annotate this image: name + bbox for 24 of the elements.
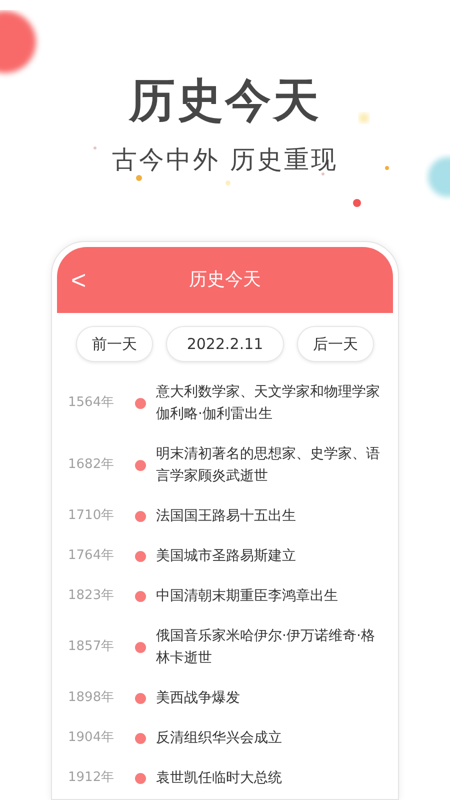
event-text: 中国清朝末期重臣李鸿章出生 [156, 587, 339, 606]
event-text: 俄国音乐家米哈伊尔·伊万诺维奇·格林卡逝世 [156, 627, 376, 668]
event-text: 意大利数学家、天文学家和物理学家伽利略·伽利雷出生 [156, 383, 381, 424]
date-button[interactable]: 2022.2.11 [166, 326, 284, 362]
event-text: 美西战争爆发 [156, 689, 241, 708]
event-year: 1857年 [68, 638, 116, 656]
event-text: 法国国王路易十五出生 [156, 507, 297, 526]
event-year: 1682年 [68, 456, 116, 474]
next-day-button[interactable]: 后一天 [297, 326, 374, 362]
event-year: 1912年 [68, 769, 116, 788]
previous-day-button[interactable]: 前一天 [76, 326, 153, 362]
event-text: 美国城市圣路易斯建立 [156, 547, 297, 566]
event-year: 1710年 [68, 507, 116, 526]
tagline: 古今中外 历史重现 [112, 144, 338, 176]
event-year: 1764年 [68, 547, 116, 566]
event-text: 明末清初著名的思想家、史学家、语言学家顾炎武逝世 [156, 445, 381, 486]
headline: 历史今天 [129, 72, 321, 129]
event-year: 1564年 [68, 394, 116, 412]
event-text: 袁世凯任临时大总统 [156, 769, 283, 788]
event-year: 1823年 [68, 587, 116, 606]
event-year: 1898年 [68, 689, 116, 708]
app-title: 历史今天 [189, 268, 261, 292]
event-text: 反清组织华兴会成立 [156, 729, 283, 748]
event-year: 1904年 [68, 729, 116, 748]
